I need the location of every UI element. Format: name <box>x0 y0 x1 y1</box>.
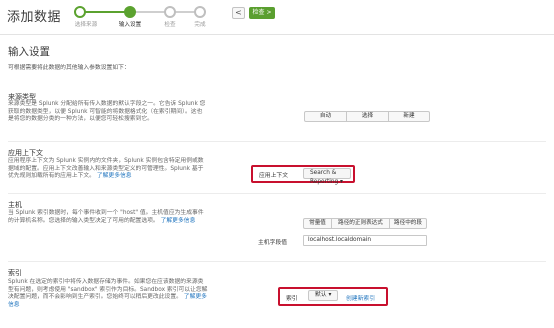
host-method-regex[interactable]: 路径的正则表达式 <box>332 219 390 228</box>
step-dot-done <box>194 6 206 18</box>
app-context-value: Search & Reporting <box>310 170 339 185</box>
header-divider <box>0 34 554 35</box>
index-body: Splunk 在选定的索引中将传入数据存储为事件。如果您在应该数据的来源类型有问… <box>8 279 208 301</box>
index-label: 索引 <box>286 296 298 302</box>
host-method-selector: 常量值 路径的正则表达式 路径中的段 <box>303 218 427 229</box>
step-label-source: 选择来源 <box>74 22 98 28</box>
section-title: 输入设置 <box>8 46 50 58</box>
chevron-down-icon: ▾ <box>340 179 343 185</box>
host-heading: 主机 <box>8 201 22 209</box>
chevron-down-icon: ▾ <box>328 292 332 298</box>
index-dropdown[interactable]: 默认 ▾ <box>308 290 338 301</box>
app-context-description: 应用程序上下文为 Splunk 实例内的文件夹，Splunk 实例包含特定用例或… <box>8 158 208 181</box>
step-label-review: 检查 <box>164 22 176 28</box>
host-field-input[interactable]: localhost.localdomain <box>303 235 427 246</box>
host-description: 当 Splunk 索引数据时，每个事件收到一个 "host" 值。主机值应为生成… <box>8 210 208 225</box>
back-button[interactable]: < <box>232 7 245 19</box>
section-divider <box>8 193 546 194</box>
app-context-learn-more-link[interactable]: 了解更多信息 <box>97 173 132 179</box>
source-type-select[interactable]: 选择 <box>347 112 389 121</box>
next-review-button[interactable]: 检查 > <box>249 7 275 19</box>
host-method-segment[interactable]: 路径中的段 <box>390 219 426 228</box>
section-divider <box>8 261 546 262</box>
host-method-constant[interactable]: 常量值 <box>304 219 332 228</box>
section-description: 可根据需要将此数据的其他输入参数设置如下： <box>8 65 130 71</box>
step-track-done <box>80 11 130 13</box>
step-dot-input-settings <box>124 6 136 18</box>
app-context-label: 应用上下文 <box>259 173 288 179</box>
create-index-link[interactable]: 创建新索引 <box>346 293 375 302</box>
source-type-new[interactable]: 新建 <box>389 112 429 121</box>
step-dot-source <box>74 6 86 18</box>
top-bar: 添加数据 选择来源 输入设置 检查 完成 < 检查 > <box>0 0 554 34</box>
index-description: Splunk 在选定的索引中将传入数据存储为事件。如果您在应该数据的来源类型有问… <box>8 279 208 309</box>
section-divider <box>8 141 546 142</box>
app-context-heading: 应用上下文 <box>8 149 43 157</box>
step-label-input-settings: 输入设置 <box>118 22 142 28</box>
host-learn-more-link[interactable]: 了解更多信息 <box>161 218 196 224</box>
step-progress: 选择来源 输入设置 检查 完成 <box>68 6 208 30</box>
step-dot-review <box>164 6 176 18</box>
index-value: 默认 <box>315 292 327 298</box>
host-field-label: 主机字段值 <box>258 240 287 246</box>
page-title: 添加数据 <box>7 10 62 25</box>
source-type-auto[interactable]: 自动 <box>305 112 347 121</box>
step-label-done: 完成 <box>194 22 206 28</box>
app-context-dropdown[interactable]: Search & Reporting ▾ <box>303 168 351 185</box>
source-type-selector: 自动 选择 新建 <box>304 111 430 122</box>
source-type-description: 来源类型是 Splunk 分配给所有传入数据的默认字段之一。它告诉 Splunk… <box>8 101 206 123</box>
index-heading: 索引 <box>8 269 22 277</box>
